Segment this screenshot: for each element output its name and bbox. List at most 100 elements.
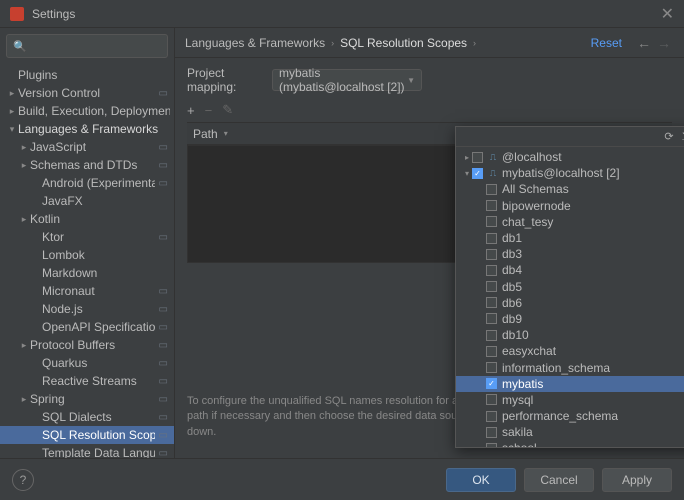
scope-item[interactable]: db10	[456, 327, 684, 343]
content-area: Project mapping: mybatis (mybatis@localh…	[175, 58, 684, 458]
tree-arrow-icon: ▸	[18, 394, 30, 405]
settings-content: Languages & Frameworks › SQL Resolution …	[175, 28, 684, 458]
settings-tree[interactable]: Plugins▸Version Control▭▸Build, Executio…	[0, 64, 174, 458]
sidebar-item[interactable]: ▸Spring▭	[0, 390, 174, 408]
sidebar-item[interactable]: Template Data Languages▭	[0, 444, 174, 458]
scope-checkbox[interactable]	[486, 330, 497, 341]
scope-checkbox[interactable]	[486, 200, 497, 211]
scope-indicator-icon: ▭	[157, 160, 170, 171]
scope-checkbox[interactable]	[486, 394, 497, 405]
sort-icon: ▾	[224, 129, 228, 138]
scope-checkbox[interactable]	[486, 427, 497, 438]
scope-item[interactable]: db4	[456, 262, 684, 278]
sidebar-item[interactable]: Micronaut▭	[0, 282, 174, 300]
cancel-button[interactable]: Cancel	[524, 468, 594, 492]
scope-checkbox[interactable]	[486, 216, 497, 227]
sidebar-item[interactable]: Node.js▭	[0, 300, 174, 318]
scope-item[interactable]: db3	[456, 246, 684, 262]
scope-checkbox[interactable]	[486, 233, 497, 244]
scope-checkbox[interactable]	[486, 297, 497, 308]
scope-item-label: performance_schema	[502, 409, 618, 423]
sidebar-item[interactable]: Plugins	[0, 66, 174, 84]
scope-checkbox[interactable]	[486, 265, 497, 276]
sidebar-item[interactable]: SQL Resolution Scopes▭	[0, 426, 174, 444]
sidebar-item-label: Protocol Buffers	[30, 338, 155, 352]
tree-arrow-icon: ▸	[18, 340, 30, 351]
scope-item[interactable]: easyxchat	[456, 343, 684, 359]
breadcrumb-root[interactable]: Languages & Frameworks	[185, 36, 325, 50]
sidebar-item[interactable]: JavaFX	[0, 192, 174, 210]
forward-icon[interactable]: →	[657, 35, 671, 51]
sidebar-item[interactable]: Lombok	[0, 246, 174, 264]
breadcrumb: Languages & Frameworks › SQL Resolution …	[175, 28, 684, 58]
scope-checkbox[interactable]	[486, 249, 497, 260]
remove-button[interactable]: −	[205, 103, 213, 118]
scope-checkbox[interactable]	[486, 346, 497, 357]
sidebar-item[interactable]: ▸JavaScript▭	[0, 138, 174, 156]
scope-checkbox[interactable]	[472, 168, 483, 179]
scope-item[interactable]: sakila	[456, 424, 684, 440]
sidebar-item[interactable]: ▾Languages & Frameworks	[0, 120, 174, 138]
sidebar-item[interactable]: ▸Schemas and DTDs▭	[0, 156, 174, 174]
add-button[interactable]: +	[187, 103, 195, 118]
sidebar-item-label: OpenAPI Specifications	[42, 320, 155, 334]
scope-item[interactable]: information_schema	[456, 359, 684, 375]
scope-checkbox[interactable]	[486, 378, 497, 389]
scope-item[interactable]: db1	[456, 230, 684, 246]
close-icon[interactable]: ✕	[661, 4, 674, 24]
scope-checkbox[interactable]	[486, 313, 497, 324]
sidebar-item[interactable]: ▸Protocol Buffers▭	[0, 336, 174, 354]
scope-checkbox[interactable]	[486, 362, 497, 373]
scope-indicator-icon: ▭	[157, 358, 170, 369]
scope-checkbox[interactable]	[486, 443, 497, 447]
project-mapping-combo[interactable]: mybatis (mybatis@localhost [2]) ▼	[272, 69, 422, 91]
scope-item[interactable]: db6	[456, 295, 684, 311]
scope-item[interactable]: mysql	[456, 392, 684, 408]
scope-item-label: easyxchat	[502, 344, 556, 358]
scope-item-label: db1	[502, 231, 522, 245]
apply-button[interactable]: Apply	[602, 468, 672, 492]
search-input[interactable]: 🔍	[6, 34, 168, 58]
scope-item[interactable]: chat_tesy	[456, 214, 684, 230]
tree-arrow-icon: ▸	[18, 142, 30, 153]
scope-checkbox[interactable]	[486, 184, 497, 195]
sidebar-item[interactable]: Ktor▭	[0, 228, 174, 246]
reset-link[interactable]: Reset	[591, 36, 622, 50]
scope-item[interactable]: All Schemas	[456, 181, 684, 197]
scope-item[interactable]: ▸⎍@localhost	[456, 149, 684, 165]
sidebar-item[interactable]: ▸Version Control▭	[0, 84, 174, 102]
scope-item-label: db6	[502, 296, 522, 310]
help-button[interactable]: ?	[12, 469, 34, 491]
scope-item[interactable]: school	[456, 440, 684, 447]
sidebar-item[interactable]: SQL Dialects▭	[0, 408, 174, 426]
sidebar-item-label: Micronaut	[42, 284, 155, 298]
sidebar-item[interactable]: Markdown	[0, 264, 174, 282]
sidebar-item[interactable]: Reactive Streams▭	[0, 372, 174, 390]
scope-checkbox[interactable]	[486, 411, 497, 422]
sidebar-item[interactable]: Android (Experimental)▭	[0, 174, 174, 192]
scope-checkbox[interactable]	[472, 152, 483, 163]
scope-item[interactable]: performance_schema	[456, 408, 684, 424]
sidebar-item[interactable]: ▸Build, Execution, Deployment	[0, 102, 174, 120]
scope-tree[interactable]: ▸⎍@localhost▾⎍mybatis@localhost [2]All S…	[456, 147, 684, 447]
ok-button[interactable]: OK	[446, 468, 516, 492]
sidebar-item[interactable]: OpenAPI Specifications▭	[0, 318, 174, 336]
tree-arrow-icon: ▸	[462, 153, 472, 162]
scope-item[interactable]: bipowernode	[456, 198, 684, 214]
resolution-scope-popup: ⟳ ⇲ ⇱ ▸⎍@localhost▾⎍mybatis@localhost [2…	[455, 126, 684, 448]
chevron-right-icon: ›	[473, 38, 476, 48]
sidebar-item[interactable]: Quarkus▭	[0, 354, 174, 372]
app-icon	[10, 7, 24, 21]
scope-item[interactable]: ▾⎍mybatis@localhost [2]	[456, 165, 684, 181]
refresh-icon[interactable]: ⟳	[664, 130, 673, 143]
chevron-right-icon: ›	[331, 38, 334, 48]
scope-item[interactable]: db9	[456, 311, 684, 327]
scope-item[interactable]: mybatis	[456, 376, 684, 392]
sidebar-item-label: Template Data Languages	[42, 446, 155, 458]
scope-checkbox[interactable]	[486, 281, 497, 292]
scope-item[interactable]: db5	[456, 279, 684, 295]
edit-button[interactable]: ✎	[222, 102, 233, 118]
sidebar-item-label: SQL Dialects	[42, 410, 155, 424]
sidebar-item[interactable]: ▸Kotlin	[0, 210, 174, 228]
back-icon[interactable]: ←	[637, 35, 651, 51]
